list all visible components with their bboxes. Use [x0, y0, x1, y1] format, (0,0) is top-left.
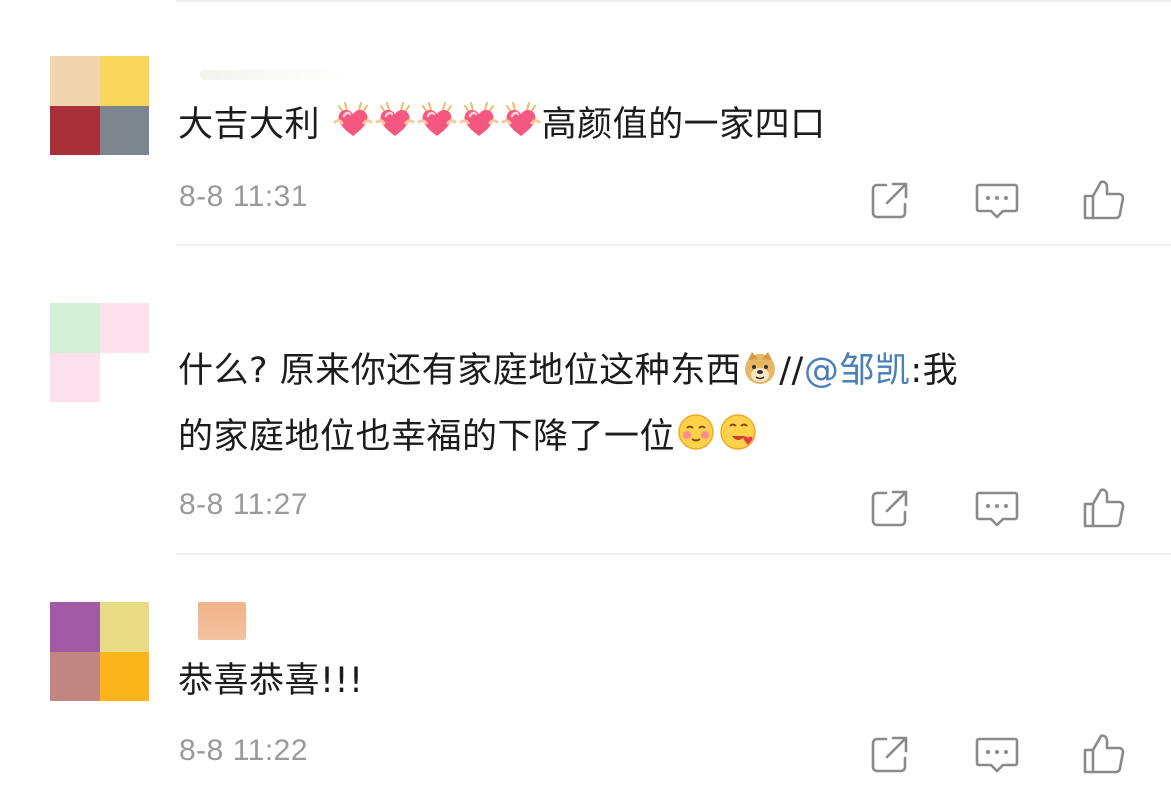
share-icon: [871, 490, 908, 527]
heart-wings-emoji: [333, 98, 373, 160]
thumbs-up-icon: [1083, 488, 1125, 528]
comment-icon: [975, 491, 1019, 527]
avatar[interactable]: [50, 303, 149, 402]
reply-button[interactable]: [973, 484, 1021, 532]
comment-icon: [975, 737, 1019, 773]
comment-text-part: :我: [910, 351, 959, 391]
heart-wings-emoji: [375, 98, 415, 160]
comment-text: 恭喜恭喜!!!: [178, 661, 364, 701]
reply-button[interactable]: [973, 176, 1021, 224]
heart-emoji-group: [332, 102, 542, 145]
heart-wings-emoji: [417, 98, 457, 160]
blush-emoji: [676, 410, 716, 472]
doge-emoji: [742, 344, 778, 406]
avatar-tile: [50, 303, 100, 353]
comment-text-part: 什么? 原来你还有家庭地位这种东西: [178, 351, 742, 391]
avatar-tile: [50, 602, 100, 652]
share-icon: [871, 736, 908, 773]
avatar-tile: [50, 105, 100, 155]
comment-icon: [975, 183, 1019, 219]
comment-text-part: 的家庭地位也幸福的下降了一位: [178, 417, 676, 457]
divider: [176, 553, 1171, 555]
share-button[interactable]: [866, 484, 914, 532]
comment-text-part: //: [779, 351, 804, 391]
avatar-tile: [99, 352, 149, 402]
heart-wings-emoji: [501, 98, 541, 160]
avatar-tile: [99, 56, 149, 106]
avatar-tile: [99, 303, 149, 353]
avatar-tile: [99, 651, 149, 701]
like-button[interactable]: [1081, 176, 1129, 224]
comment-text-part: 高颜值的一家四口: [541, 105, 826, 145]
username-redacted[interactable]: [198, 602, 246, 640]
reply-button[interactable]: [973, 730, 1021, 778]
thumbs-up-icon: [1083, 180, 1125, 220]
like-button[interactable]: [1081, 484, 1129, 532]
avatar[interactable]: [50, 56, 149, 155]
avatar-tile: [50, 56, 100, 106]
avatar-tile: [50, 352, 100, 402]
timestamp: 8-8 11:31: [179, 180, 309, 213]
timestamp: 8-8 11:27: [179, 488, 309, 521]
username-redacted[interactable]: [200, 70, 350, 80]
thumbs-up-icon: [1083, 734, 1125, 774]
avatar[interactable]: [50, 602, 149, 701]
avatar-tile: [50, 651, 100, 701]
comment-text: 大吉大利 高颜值的一家四口: [178, 94, 1138, 160]
comment-text: 什么? 原来你还有家庭地位这种东西 //@邹凯:我 的家庭地位也幸福的下降了一位: [178, 340, 1138, 472]
like-button[interactable]: [1081, 730, 1129, 778]
timestamp: 8-8 11:22: [179, 734, 309, 767]
mention-link[interactable]: @邹凯: [804, 351, 911, 391]
avatar-tile: [99, 602, 149, 652]
heart-eyes-emoji: [718, 410, 758, 472]
top-divider: [176, 0, 1171, 2]
share-icon: [871, 182, 908, 219]
avatar-tile: [99, 105, 149, 155]
comment-text-part: 大吉大利: [178, 105, 332, 145]
share-button[interactable]: [866, 176, 914, 224]
divider: [176, 244, 1171, 246]
heart-wings-emoji: [459, 98, 499, 160]
share-button[interactable]: [866, 730, 914, 778]
